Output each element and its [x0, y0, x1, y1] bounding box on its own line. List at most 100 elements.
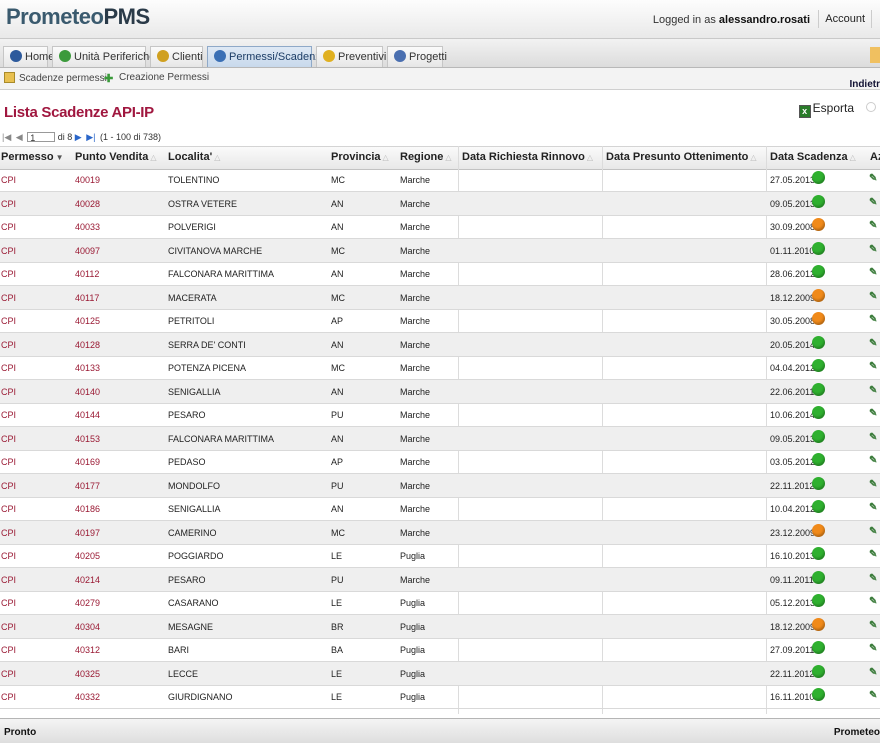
edit-icon[interactable]: ✎	[869, 385, 877, 396]
edit-icon[interactable]: ✎	[869, 244, 877, 255]
next-page-icon[interactable]: ▶	[75, 132, 82, 142]
col-provincia[interactable]: Provincia △	[331, 151, 389, 163]
edit-icon[interactable]: ✎	[869, 197, 877, 208]
cell-punto-vendita[interactable]: 40128	[75, 340, 100, 350]
search-icon[interactable]	[866, 102, 876, 112]
cell-regione: Puglia	[400, 692, 426, 702]
table-row[interactable]: CPI 40279 CASARANO LE Puglia 05.12.2013 ✎	[0, 591, 880, 615]
cell-punto-vendita[interactable]: 40169	[75, 457, 100, 467]
table-row[interactable]: CPI 40312 BARI BA Puglia 27.09.2011 ✎	[0, 638, 880, 662]
cell-punto-vendita[interactable]: 40197	[75, 528, 100, 538]
edit-icon[interactable]: ✎	[869, 479, 877, 490]
cell-punto-vendita[interactable]: 40332	[75, 692, 100, 702]
cell-punto-vendita[interactable]: 40304	[75, 622, 100, 632]
table-row[interactable]: CPI 40304 MESAGNE BR Puglia 18.12.2009 ✎	[0, 614, 880, 639]
page-input[interactable]: 1	[27, 132, 56, 143]
table-row[interactable]: CPI 40169 PEDASO AP Marche 03.05.2012 ✎	[0, 450, 880, 474]
cell-data-scadenza: 22.06.2011	[770, 386, 815, 397]
prev-page-icon[interactable]: ◀	[16, 132, 23, 142]
export-button[interactable]: x Esporta	[798, 101, 854, 118]
edit-icon[interactable]: ✎	[869, 690, 877, 701]
edit-icon[interactable]: ✎	[869, 455, 877, 466]
subnav-creazione-permessi[interactable]: ✚ Creazione Permessi	[104, 72, 209, 85]
last-page-icon[interactable]: ▶|	[86, 132, 95, 142]
table-row[interactable]: CPI 40112 FALCONARA MARITTIMA AN Marche 28.06…	[0, 262, 880, 286]
edit-icon[interactable]: ✎	[869, 526, 877, 537]
cell-punto-vendita[interactable]: 40205	[75, 551, 100, 561]
col-data-richiesta-rinnovo[interactable]: Data Richiesta Rinnovo △	[462, 151, 593, 163]
edit-icon[interactable]: ✎	[869, 220, 877, 231]
edit-icon[interactable]: ✎	[869, 314, 877, 325]
edit-icon[interactable]: ✎	[869, 549, 877, 560]
edit-icon[interactable]: ✎	[869, 338, 877, 349]
col-data-scadenza[interactable]: Data Scadenza △	[770, 151, 856, 163]
table-row[interactable]: CPI 40125 PETRITOLI AP Marche 30.05.2008 ✎	[0, 309, 880, 333]
table-row[interactable]: CPI 40205 POGGIARDO LE Puglia 16.10.2013 ✎	[0, 544, 880, 568]
tab-3[interactable]: Permessi/Scadenze	[207, 46, 327, 67]
col-localita[interactable]: Localita' △	[168, 151, 220, 163]
tab-2[interactable]: Clienti	[150, 46, 203, 67]
status-ok-icon	[812, 382, 825, 396]
table-row[interactable]: CPI 40153 FALCONARA MARITTIMA AN Marche 09.05…	[0, 426, 880, 451]
col-data-presunto-ottenimento[interactable]: Data Presunto Ottenimento △	[606, 151, 757, 163]
cell-punto-vendita[interactable]: 40177	[75, 481, 100, 491]
cell-provincia: AP	[331, 457, 344, 467]
edit-icon[interactable]: ✎	[869, 361, 877, 372]
cell-punto-vendita[interactable]: 40279	[75, 598, 100, 608]
tab-4[interactable]: Preventivi	[316, 46, 386, 67]
account-link[interactable]: Account	[818, 10, 872, 28]
edit-icon[interactable]: ✎	[869, 291, 877, 302]
edit-icon[interactable]: ✎	[869, 267, 877, 278]
cell-punto-vendita[interactable]: 40125	[75, 316, 100, 326]
tab-1[interactable]: Unità Periferiche	[52, 46, 155, 67]
cell-punto-vendita[interactable]: 40140	[75, 387, 100, 397]
table-row[interactable]: CPI 40133 POTENZA PICENA MC Marche 04.04.2012…	[0, 356, 880, 380]
cell-punto-vendita[interactable]: 40312	[75, 645, 100, 655]
back-link[interactable]: Indietr	[849, 79, 880, 90]
subnav-scadenze-permessi[interactable]: Scadenze permessi	[4, 72, 107, 84]
cell-punto-vendita[interactable]: 40112	[75, 269, 99, 279]
cell-punto-vendita[interactable]: 40117	[75, 293, 99, 303]
cell-punto-vendita[interactable]: 40019	[75, 175, 100, 185]
edit-icon[interactable]: ✎	[869, 596, 877, 607]
table-row[interactable]: CPI 40214 PESARO PU Marche 09.11.2011 ✎	[0, 567, 880, 592]
table-row[interactable]: CPI 40325 LECCE LE Puglia 22.11.2012 ✎	[0, 661, 880, 686]
edit-icon[interactable]: ✎	[869, 408, 877, 419]
table-row[interactable]: CPI 40186 SENIGALLIA AN Marche 10.04.2012 ✎	[0, 497, 880, 521]
table-row[interactable]: CPI 40197 CAMERINO MC Marche 23.12.2009 ✎	[0, 520, 880, 545]
tab-0[interactable]: Home	[3, 46, 54, 67]
edit-icon[interactable]: ✎	[869, 502, 877, 513]
cell-punto-vendita[interactable]: 40097	[75, 246, 100, 256]
edit-icon[interactable]: ✎	[869, 667, 877, 678]
cell-punto-vendita[interactable]: 40186	[75, 504, 100, 514]
table-row[interactable]: CPI 40144 PESARO PU Marche 10.06.2014 ✎	[0, 403, 880, 427]
tabs-scroll-icon[interactable]	[870, 47, 880, 63]
table-row[interactable]: CPI 40097 CIVITANOVA MARCHE MC Marche 01.11.2…	[0, 238, 880, 263]
col-permesso[interactable]: Permesso ▼	[1, 151, 64, 163]
cell-punto-vendita[interactable]: 40325	[75, 669, 100, 679]
cell-punto-vendita[interactable]: 40028	[75, 199, 100, 209]
cell-provincia: AN	[331, 222, 344, 232]
table-row[interactable]: CPI 40332 GIURDIGNANO LE Puglia 16.11.2010 ✎	[0, 685, 880, 709]
table-row[interactable]: CPI 40019 TOLENTINO MC Marche 27.05.2013 ✎	[0, 168, 880, 192]
edit-icon[interactable]: ✎	[869, 573, 877, 584]
edit-icon[interactable]: ✎	[869, 643, 877, 654]
col-punto-vendita[interactable]: Punto Vendita △	[75, 151, 157, 163]
cell-punto-vendita[interactable]: 40153	[75, 434, 100, 444]
table-row[interactable]: CPI 40128 SERRA DE' CONTI AN Marche 20.05.201…	[0, 332, 880, 357]
table-row[interactable]: CPI 40177 MONDOLFO PU Marche 22.11.2012 ✎	[0, 473, 880, 498]
table-row[interactable]: CPI 40033 POLVERIGI AN Marche 30.09.2008 ✎	[0, 215, 880, 239]
edit-icon[interactable]: ✎	[869, 173, 877, 184]
cell-punto-vendita[interactable]: 40133	[75, 363, 100, 373]
cell-punto-vendita[interactable]: 40033	[75, 222, 100, 232]
edit-icon[interactable]: ✎	[869, 432, 877, 443]
first-page-icon[interactable]: |◀	[2, 132, 11, 142]
cell-punto-vendita[interactable]: 40214	[75, 575, 100, 585]
table-row[interactable]: CPI 40140 SENIGALLIA AN Marche 22.06.2011 ✎	[0, 379, 880, 404]
cell-punto-vendita[interactable]: 40144	[75, 410, 100, 420]
table-row[interactable]: CPI 40117 MACERATA MC Marche 18.12.2009 ✎	[0, 285, 880, 310]
tab-5[interactable]: Progetti	[387, 46, 447, 67]
table-row[interactable]: CPI 40028 OSTRA VETERE AN Marche 09.05.2013 ✎	[0, 191, 880, 216]
col-regione[interactable]: Regione △	[400, 151, 452, 163]
edit-icon[interactable]: ✎	[869, 620, 877, 631]
